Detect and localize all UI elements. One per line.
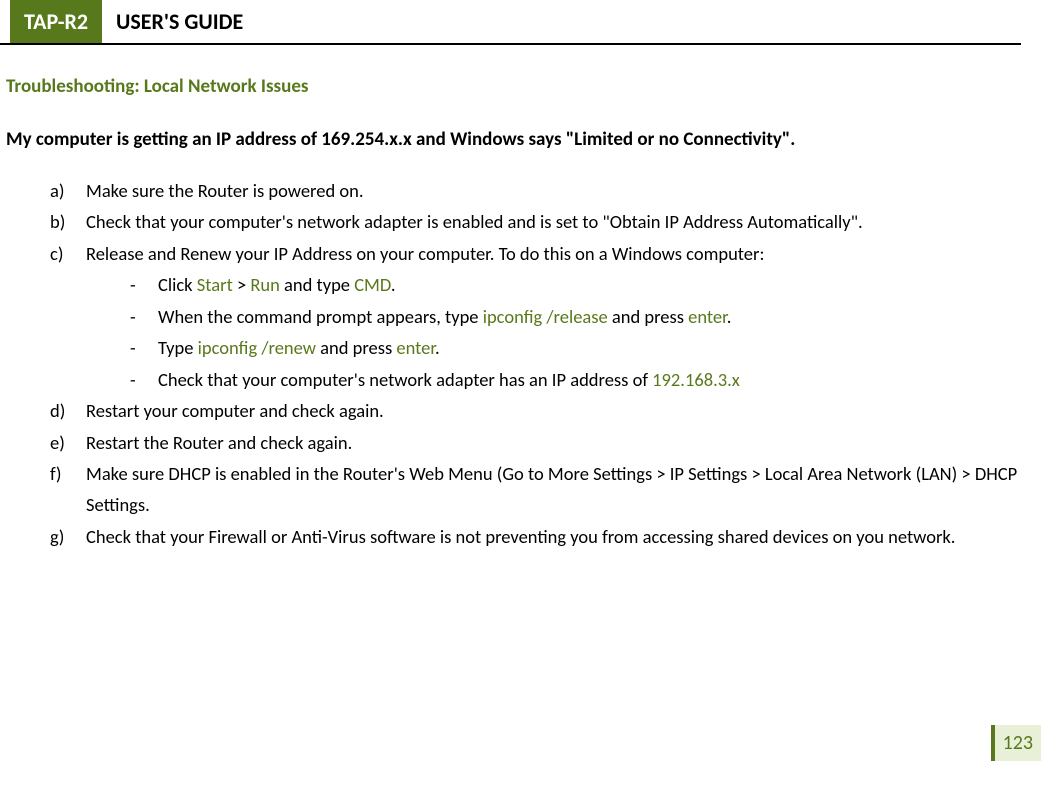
item-text: Check that your computer's network adapt… — [86, 210, 863, 233]
dash-marker: - — [130, 269, 136, 300]
item-text: Restart the Router and check again. — [86, 431, 352, 454]
section-title: Troubleshooting: Local Network Issues — [6, 75, 1021, 98]
page-header: TAP-R2 USER'S GUIDE — [0, 0, 1021, 45]
list-item: g) Check that your Firewall or Anti-Viru… — [50, 521, 1021, 552]
sub-steps-list: - Click Start > Run and type CMD. - When… — [86, 269, 1021, 395]
sub-text-part: . — [727, 305, 732, 328]
list-item: d) Restart your computer and check again… — [50, 395, 1021, 426]
item-text: Make sure the Router is powered on. — [86, 179, 364, 202]
item-marker: a) — [50, 175, 64, 206]
product-badge: TAP-R2 — [10, 0, 102, 43]
dash-marker: - — [130, 301, 136, 332]
sub-text-part: Click — [158, 273, 197, 296]
sub-text-part: > — [233, 273, 251, 296]
list-item: - Check that your computer's network ada… — [130, 364, 1021, 395]
item-text: Release and Renew your IP Address on you… — [86, 242, 764, 265]
keyword: CMD — [354, 273, 391, 296]
list-item: - When the command prompt appears, type … — [130, 301, 1021, 332]
list-item: a) Make sure the Router is powered on. — [50, 175, 1021, 206]
sub-text-part: Check that your computer's network adapt… — [158, 368, 652, 391]
item-marker: f) — [50, 458, 62, 489]
keyword: Run — [250, 273, 279, 296]
page-number: 123 — [991, 725, 1041, 761]
keyword: ipconfig /renew — [198, 336, 316, 359]
steps-list: a) Make sure the Router is powered on. b… — [6, 175, 1021, 552]
item-marker: b) — [50, 206, 65, 237]
sub-text-part: Type — [158, 336, 198, 359]
list-item: e) Restart the Router and check again. — [50, 427, 1021, 458]
sub-text-part: and press — [316, 336, 396, 359]
list-item: f) Make sure DHCP is enabled in the Rout… — [50, 458, 1021, 521]
item-marker: g) — [50, 521, 64, 552]
item-marker: c) — [50, 238, 63, 269]
dash-marker: - — [130, 332, 136, 363]
page-content: Troubleshooting: Local Network Issues My… — [0, 45, 1041, 552]
list-item: - Click Start > Run and type CMD. — [130, 269, 1021, 300]
sub-text-part: and press — [608, 305, 688, 328]
sub-text-part: . — [435, 336, 440, 359]
list-item: - Type ipconfig /renew and press enter. — [130, 332, 1021, 363]
item-text: Check that your Firewall or Anti-Virus s… — [86, 525, 955, 548]
item-text: Restart your computer and check again. — [86, 399, 384, 422]
keyword: enter — [396, 336, 435, 359]
keyword: ipconfig /release — [483, 305, 608, 328]
dash-marker: - — [130, 364, 136, 395]
keyword: 192.168.3.x — [652, 368, 740, 391]
list-item: b) Check that your computer's network ad… — [50, 206, 1021, 237]
keyword: Start — [197, 273, 233, 296]
sub-text-part: When the command prompt appears, type — [158, 305, 483, 328]
item-text: Make sure DHCP is enabled in the Router'… — [86, 462, 1017, 516]
list-item: c) Release and Renew your IP Address on … — [50, 238, 1021, 395]
sub-text-part: and type — [280, 273, 354, 296]
question-heading: My computer is getting an IP address of … — [6, 128, 1021, 151]
item-marker: d) — [50, 395, 65, 426]
doc-title: USER'S GUIDE — [102, 0, 257, 43]
sub-text-part: . — [391, 273, 396, 296]
keyword: enter — [688, 305, 727, 328]
item-marker: e) — [50, 427, 65, 458]
